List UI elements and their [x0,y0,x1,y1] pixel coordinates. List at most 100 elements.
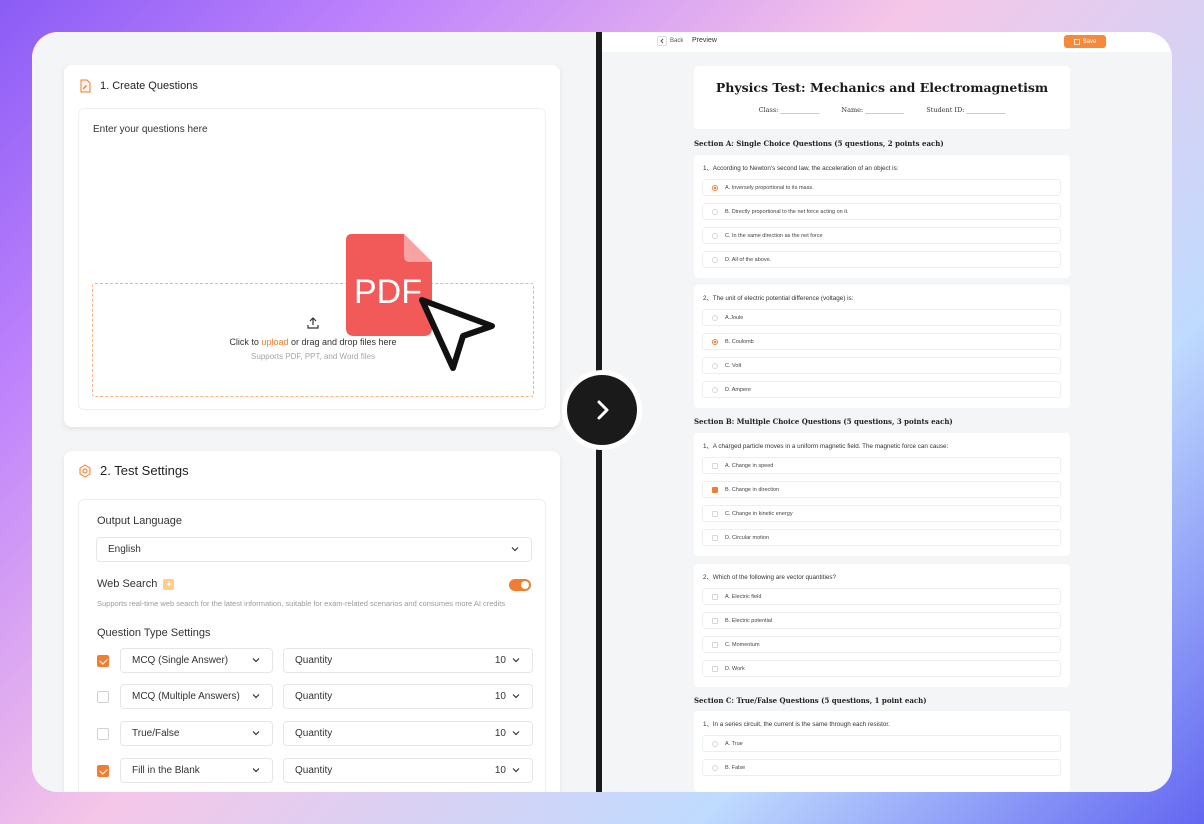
document-edit-icon [80,79,91,93]
question-text: 2、Which of the following are vector quan… [703,574,837,581]
save-icon [1073,38,1080,45]
answer-option[interactable]: D. Work [702,660,1061,677]
quantity-select[interactable]: Quantity 10 [283,648,533,673]
answer-option[interactable]: B. Directly proportional to the net forc… [702,203,1061,220]
radio-icon [712,362,718,369]
checkbox-icon [712,534,718,541]
section-c-title: Section C: True/False Questions (5 quest… [694,696,927,705]
test-settings-title: 2. Test Settings [100,463,189,478]
answer-option[interactable]: A. Electric field [702,588,1061,605]
question-card: 1、According to Newton's second law, the … [694,155,1070,278]
svg-text:PDF: PDF [354,273,422,311]
radio-icon [712,386,718,393]
quantity-value: 10 [494,765,506,776]
answer-option[interactable]: B. Electric potential [702,612,1061,629]
question-text: 1、In a series circuit, the current is th… [703,721,890,728]
quantity-value: 10 [494,655,506,666]
question-card: 1、A charged particle moves in a uniform … [694,433,1070,556]
create-questions-title: 1. Create Questions [100,80,198,92]
upload-icon [307,317,319,329]
chevron-down-icon [252,657,260,662]
question-type-select[interactable]: True/False [120,721,273,746]
hexagon-settings-icon [79,463,91,478]
answer-option[interactable]: D. Circular motion [702,529,1061,546]
chevron-down-icon [512,730,520,735]
checkbox-icon [712,593,718,600]
preview-topbar: Back Preview Save [602,32,1172,52]
chevron-down-icon [512,767,520,772]
answer-option[interactable]: A. Change in speed [702,457,1061,474]
answer-option[interactable]: C. Momentum [702,636,1061,653]
quantity-select[interactable]: Quantity 10 [283,758,533,783]
chevron-down-icon [252,730,260,735]
radio-icon [712,256,718,263]
question-type-checkbox[interactable] [97,655,109,667]
cursor-arrow-icon [419,297,495,371]
checkbox-icon [712,462,718,469]
output-language-select[interactable]: English [96,537,532,562]
radio-icon [712,208,718,215]
checkbox-icon [712,641,718,648]
answer-option[interactable]: C. In the same direction as the net forc… [702,227,1061,244]
chevron-down-icon [511,546,519,551]
answer-option[interactable]: B. Change in direction [702,481,1061,498]
quantity-value: 10 [494,728,506,739]
question-type-select[interactable]: MCQ (Single Answer) [120,648,273,673]
web-search-toggle[interactable] [509,579,531,591]
question-type-select[interactable]: MCQ (Multiple Answers) [120,684,273,709]
settings-body: Output Language English Web Search ✦ Sup… [78,499,546,792]
quantity-select[interactable]: Quantity 10 [283,684,533,709]
test-settings-card: 2. Test Settings Output Language English… [64,451,560,792]
checkbox-icon [712,617,718,624]
question-type-select[interactable]: Fill in the Blank [120,758,273,783]
preview-title: Preview [692,37,717,44]
answer-option[interactable]: B. Coulomb [702,333,1061,350]
radio-selected-icon [712,338,718,345]
answer-option[interactable]: A.Joule [702,309,1061,326]
test-settings-header: 2. Test Settings [78,463,189,478]
back-button[interactable]: Back [657,36,683,46]
pdf-file-icon: PDF [346,234,495,371]
student-info-fields: Class: ____________ Name: ____________ S… [694,106,1070,114]
answer-option[interactable]: A. Inversely proportional to its mass. [702,179,1061,196]
radio-icon [712,764,718,771]
chevron-down-icon [512,657,520,662]
create-questions-header: 1. Create Questions [78,79,198,93]
question-card: 1、In a series circuit, the current is th… [694,711,1070,792]
question-text: 1、According to Newton's second law, the … [703,165,899,172]
test-paper-header: Physics Test: Mechanics and Electromagne… [694,66,1070,129]
chevron-down-icon [252,693,260,698]
name-field: Name: ____________ [841,106,905,114]
answer-option[interactable]: D. All of the above. [702,251,1061,268]
next-arrow-button[interactable] [562,370,642,450]
test-title: Physics Test: Mechanics and Electromagne… [715,80,1049,95]
question-type-checkbox[interactable] [97,728,109,740]
chevron-down-icon [512,693,520,698]
quantity-value: 10 [494,691,506,702]
checkbox-icon [712,665,718,672]
radio-icon [712,232,718,239]
preview-panel: Back Preview Save Physics Test: Mechanic… [602,32,1172,792]
web-search-row: Web Search ✦ [97,578,175,590]
answer-option[interactable]: A. True [702,735,1061,752]
answer-option[interactable]: D. Ampere [702,381,1061,398]
answer-option[interactable]: B. False [702,759,1061,776]
answer-option[interactable]: C. Change in kinetic energy [702,505,1061,522]
upload-link[interactable]: upload [261,337,288,347]
chevron-right-icon [597,400,609,420]
next-button-inner [567,375,637,445]
premium-icon: ✦ [163,578,175,590]
questions-placeholder: Enter your questions here [93,124,208,135]
app-frame: 1. Create Questions Enter your questions… [32,32,1172,792]
question-type-checkbox[interactable] [97,691,109,703]
section-a-title: Section A: Single Choice Questions (5 qu… [694,139,944,148]
student-id-field: Student ID: ____________ [926,106,1006,114]
question-type-checkbox[interactable] [97,765,109,777]
answer-option[interactable]: C. Volt [702,357,1061,374]
web-search-label: Web Search [97,578,158,590]
left-panel: 1. Create Questions Enter your questions… [32,32,596,792]
radio-icon [712,740,718,747]
save-button[interactable]: Save [1064,35,1106,48]
chevron-down-icon [252,767,260,772]
quantity-select[interactable]: Quantity 10 [283,721,533,746]
